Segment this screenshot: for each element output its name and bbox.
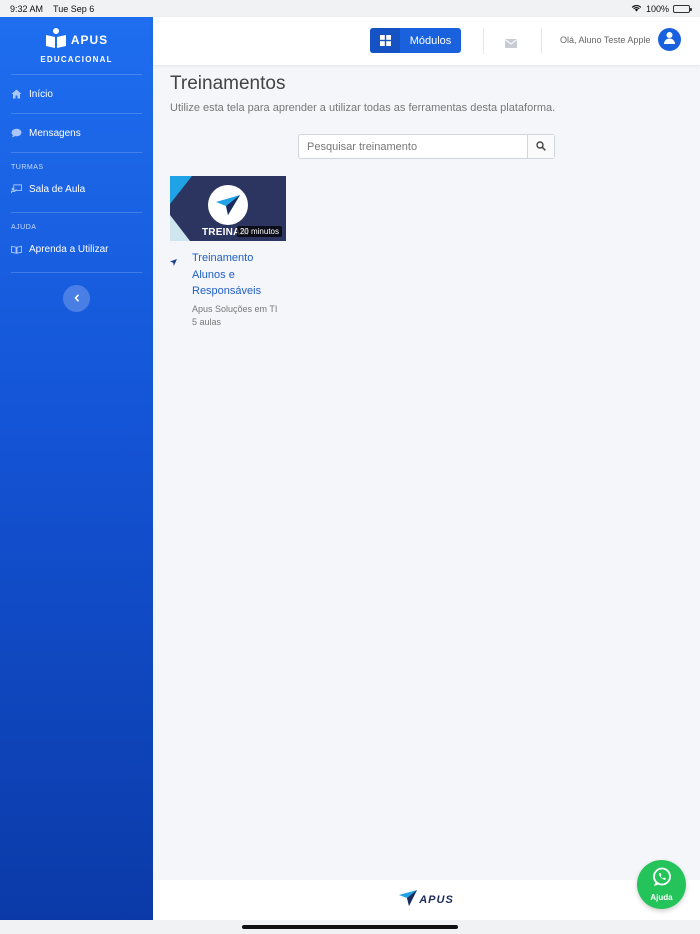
chalkboard-icon	[11, 184, 22, 194]
home-indicator[interactable]	[242, 925, 458, 929]
training-author: Apus Soluções em TI	[192, 303, 278, 314]
logo-subtitle: EDUCACIONAL	[40, 54, 113, 64]
whatsapp-icon	[652, 867, 672, 892]
footer: APUS	[153, 880, 700, 920]
page-title: Treinamentos	[170, 73, 286, 94]
search-input[interactable]	[299, 135, 527, 158]
training-lesson-count: 5 aulas	[192, 316, 222, 327]
paper-plane-logo-icon	[208, 185, 248, 225]
footer-logo-text: APUS	[419, 894, 454, 906]
user-greeting[interactable]: Olá, Aluno Teste Apple	[560, 35, 650, 45]
modules-button-label: Módulos	[409, 34, 452, 47]
sidebar-item-aprenda-a-utilizar[interactable]: Aprenda a Utilizar	[11, 234, 142, 264]
search-button[interactable]	[527, 135, 554, 158]
divider	[11, 272, 142, 273]
status-bar: 9:32 AM Tue Sep 6 100%	[0, 0, 700, 17]
training-title[interactable]: Treinamento Alunos e Responsáveis	[192, 250, 286, 300]
sidebar-collapse-button[interactable]	[63, 285, 90, 312]
paper-plane-logo-icon	[399, 889, 418, 911]
sidebar-item-label: Mensagens	[29, 127, 81, 139]
modules-button[interactable]: Módulos	[370, 28, 461, 53]
battery-percent: 100%	[645, 3, 669, 14]
training-card-body: Treinamento Alunos e Responsáveis Apus S…	[170, 250, 286, 329]
user-icon	[662, 30, 677, 50]
sidebar-item-mensagens[interactable]: Mensagens	[11, 114, 142, 152]
thumbnail-decoration	[170, 215, 190, 241]
divider	[541, 28, 542, 54]
sidebar: APUS EDUCACIONAL Início Mensagens TURMAS…	[0, 17, 153, 920]
chat-bubble-icon	[11, 128, 22, 138]
open-book-icon	[11, 245, 22, 254]
nav-group-ajuda: AJUDA	[11, 224, 37, 231]
grid-icon	[370, 28, 400, 53]
training-card[interactable]: TREINAM 20 minutos Treinamento Alunos e …	[170, 176, 286, 329]
training-title-line: Treinamento	[192, 252, 254, 264]
home-icon	[11, 89, 22, 99]
page-subtitle: Utilize esta tela para aprender a utiliz…	[170, 102, 556, 114]
sidebar-logo[interactable]: APUS EDUCACIONAL	[11, 17, 142, 75]
training-title-line: Alunos e	[192, 268, 235, 281]
sidebar-item-label: Sala de Aula	[29, 183, 86, 195]
top-bar: Módulos Olá, Aluno Teste Apple	[153, 17, 700, 65]
footer-logo: APUS	[399, 889, 454, 911]
mail-icon[interactable]	[505, 35, 517, 53]
book-person-logo-icon	[45, 27, 67, 53]
battery-icon	[673, 4, 692, 13]
training-thumbnail[interactable]: TREINAM 20 minutos	[170, 176, 286, 241]
divider	[483, 28, 484, 54]
help-whatsapp-button[interactable]: Ajuda	[637, 860, 686, 909]
nav-group-turmas: TURMAS	[11, 164, 44, 171]
duration-badge: 20 minutos	[236, 226, 282, 237]
search-icon	[536, 138, 546, 156]
sidebar-item-sala-de-aula[interactable]: Sala de Aula	[11, 174, 142, 204]
status-date: Tue Sep 6	[53, 3, 95, 14]
chevron-left-icon	[73, 293, 80, 305]
help-button-label: Ajuda	[650, 893, 673, 902]
sidebar-item-inicio[interactable]: Início	[11, 75, 142, 113]
thumbnail-decoration	[170, 176, 192, 204]
training-title-line: Responsáveis	[192, 285, 262, 297]
logo-title: APUS	[70, 33, 109, 47]
paper-plane-icon	[170, 253, 177, 271]
search-bar	[298, 134, 555, 159]
sidebar-item-label: Aprenda a Utilizar	[29, 243, 109, 255]
wifi-icon	[631, 4, 642, 14]
sidebar-item-label: Início	[29, 88, 53, 100]
status-time: 9:32 AM	[10, 3, 44, 14]
avatar[interactable]	[658, 28, 681, 51]
